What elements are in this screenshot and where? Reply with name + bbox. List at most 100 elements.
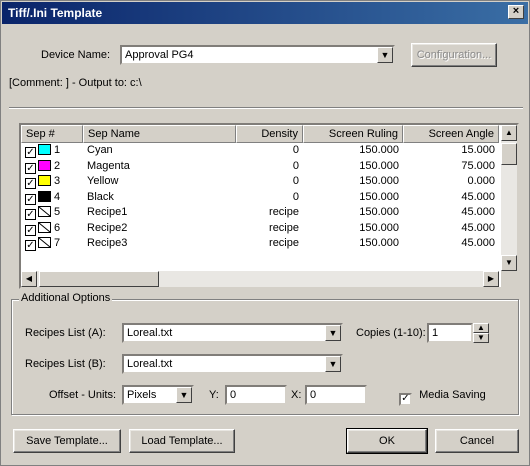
x-label: X: xyxy=(291,389,302,401)
sep-name-cell: Recipe2 xyxy=(87,221,128,234)
horizontal-scrollbar[interactable]: ◀ ▶ xyxy=(21,271,499,287)
sep-num-cell: ✓ 6 xyxy=(21,221,83,237)
load-template-button[interactable]: Load Template... xyxy=(129,429,235,453)
cancel-button[interactable]: Cancel xyxy=(435,429,519,453)
vertical-scrollbar[interactable]: ▲ ▼ xyxy=(501,125,517,271)
scroll-corner xyxy=(501,271,517,287)
col-header-screen-angle[interactable]: Screen Angle xyxy=(403,125,499,143)
chevron-down-icon[interactable]: ▼ xyxy=(325,356,341,372)
configuration-button[interactable]: Configuration... xyxy=(411,43,497,67)
color-swatch-icon xyxy=(38,175,51,186)
screen-angle-cell: 75.000 xyxy=(461,159,495,172)
offset-units-combo[interactable]: Pixels ▼ xyxy=(122,385,194,405)
sep-name-cell: Cyan xyxy=(87,144,113,156)
device-name-combo[interactable]: Approval PG4 ▼ xyxy=(120,45,395,65)
checkmark-icon[interactable]: ✓ xyxy=(399,393,412,406)
color-swatch-icon xyxy=(38,190,51,202)
copies-spinner[interactable]: ▲ ▼ xyxy=(473,323,489,343)
col-header-sep-name[interactable]: Sep Name xyxy=(83,125,236,143)
checkmark-icon[interactable]: ✓ xyxy=(25,162,36,174)
scroll-right-icon[interactable]: ▶ xyxy=(483,271,499,287)
scroll-down-icon[interactable]: ▼ xyxy=(501,255,517,271)
checkmark-icon[interactable]: ✓ xyxy=(25,209,36,220)
sep-num: 7 xyxy=(54,237,61,249)
ok-button[interactable]: OK xyxy=(346,428,428,454)
media-saving-label: Media Saving xyxy=(419,389,486,401)
sep-name-cell: Yellow xyxy=(87,175,119,187)
sep-num: 3 xyxy=(54,175,61,187)
recipes-b-value: Loreal.txt xyxy=(127,358,173,370)
sep-num-cell: ✓ 2 xyxy=(21,159,83,175)
hscroll-thumb[interactable] xyxy=(39,271,159,287)
checkmark-icon[interactable]: ✓ xyxy=(25,193,36,205)
spin-down-icon[interactable]: ▼ xyxy=(473,333,489,343)
scroll-thumb[interactable] xyxy=(501,143,517,165)
col-header-screen-ruling[interactable]: Screen Ruling xyxy=(303,125,403,143)
sep-name-cell: Recipe1 xyxy=(87,206,128,218)
chevron-down-icon[interactable]: ▼ xyxy=(377,47,393,63)
table-row[interactable]: ✓ 4 Black 0 150.000 45.000 xyxy=(21,190,499,206)
table-row[interactable]: ✓ 2 Magenta 0 150.000 75.000 xyxy=(21,159,499,175)
screen-ruling-cell: 150.000 xyxy=(359,237,399,249)
x-offset-value: 0 xyxy=(310,389,317,401)
media-saving-checkbox[interactable]: ✓ Media Saving xyxy=(399,389,486,406)
comment-text: [Comment: ] - Output to: c:\ xyxy=(9,77,142,89)
screen-ruling-cell: 150.000 xyxy=(359,175,399,187)
checkmark-icon[interactable]: ✓ xyxy=(25,178,36,189)
col-header-density[interactable]: Density xyxy=(236,125,303,143)
chevron-down-icon[interactable]: ▼ xyxy=(176,387,192,403)
screen-angle-cell: 0.000 xyxy=(467,175,495,187)
dialog-window: Tiff/.Ini Template × Device Name: Approv… xyxy=(0,0,530,466)
x-offset-input[interactable]: 0 xyxy=(305,385,367,405)
separator xyxy=(9,107,523,109)
sep-num-cell: ✓ 5 xyxy=(21,205,83,221)
offset-units-value: Pixels xyxy=(127,389,157,401)
checkmark-icon[interactable]: ✓ xyxy=(25,240,36,251)
screen-ruling-cell: 150.000 xyxy=(359,206,399,218)
color-swatch-icon xyxy=(38,159,51,171)
copies-label: Copies (1-10): xyxy=(356,327,426,339)
separations-table[interactable]: Sep # Sep Name Density Screen Ruling Scr… xyxy=(19,123,519,289)
no-color-icon xyxy=(38,237,51,248)
recipes-b-combo[interactable]: Loreal.txt ▼ xyxy=(122,354,343,374)
table-row[interactable]: ✓ 6 Recipe2 recipe 150.000 45.000 xyxy=(21,221,499,237)
density-cell: recipe xyxy=(269,237,299,249)
screen-ruling-cell: 150.000 xyxy=(359,190,399,203)
screen-ruling-cell: 150.000 xyxy=(359,159,399,172)
spin-up-icon[interactable]: ▲ xyxy=(473,323,489,333)
close-icon[interactable]: × xyxy=(508,5,524,19)
density-cell: recipe xyxy=(269,206,299,218)
no-color-icon xyxy=(38,206,51,217)
screen-angle-cell: 15.000 xyxy=(461,144,495,156)
sep-num-cell: ✓ 4 xyxy=(21,190,83,206)
scroll-up-icon[interactable]: ▲ xyxy=(501,125,517,141)
recipes-b-label: Recipes List (B): xyxy=(25,358,106,370)
screen-angle-cell: 45.000 xyxy=(461,190,495,203)
table-row[interactable]: ✓ 5 Recipe1 recipe 150.000 45.000 xyxy=(21,205,499,221)
table-row[interactable]: ✓ 3 Yellow 0 150.000 0.000 xyxy=(21,174,499,190)
density-cell: recipe xyxy=(269,221,299,234)
screen-ruling-cell: 150.000 xyxy=(359,221,399,234)
copies-input[interactable]: 1 xyxy=(427,323,473,343)
y-offset-input[interactable]: 0 xyxy=(225,385,287,405)
no-color-icon xyxy=(38,221,51,233)
sep-num: 1 xyxy=(54,144,61,156)
checkmark-icon[interactable]: ✓ xyxy=(25,224,36,236)
sep-name-cell: Magenta xyxy=(87,159,130,172)
scroll-left-icon[interactable]: ◀ xyxy=(21,271,37,287)
window-title: Tiff/.Ini Template xyxy=(8,6,103,20)
chevron-down-icon[interactable]: ▼ xyxy=(325,325,341,341)
recipes-a-combo[interactable]: Loreal.txt ▼ xyxy=(122,323,343,343)
device-name-label: Device Name: xyxy=(41,49,111,61)
screen-angle-cell: 45.000 xyxy=(461,206,495,218)
save-template-button[interactable]: Save Template... xyxy=(13,429,121,453)
table-row[interactable]: ✓ 1 Cyan 0 150.000 15.000 xyxy=(21,143,499,159)
additional-options-title: Additional Options xyxy=(19,292,113,304)
table-row[interactable]: ✓ 7 Recipe3 recipe 150.000 45.000 xyxy=(21,236,499,252)
checkmark-icon[interactable]: ✓ xyxy=(25,147,36,158)
density-cell: 0 xyxy=(292,159,299,172)
screen-ruling-cell: 150.000 xyxy=(359,144,399,156)
title-bar: Tiff/.Ini Template × xyxy=(2,2,528,24)
col-header-sep-num[interactable]: Sep # xyxy=(21,125,83,143)
y-offset-value: 0 xyxy=(230,389,237,401)
